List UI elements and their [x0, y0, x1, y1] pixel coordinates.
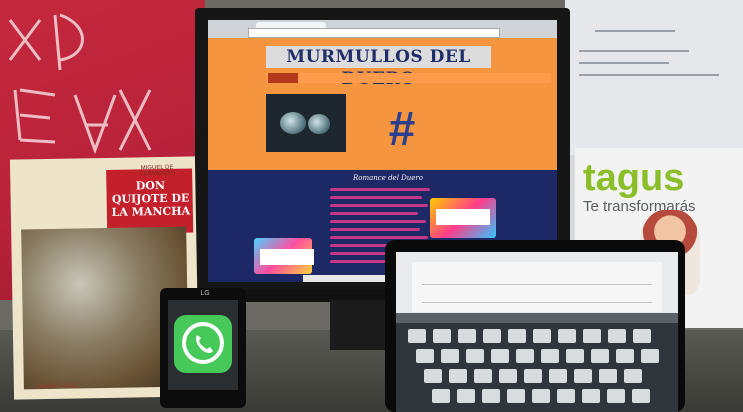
poem-line: [330, 220, 426, 223]
keyboard-key[interactable]: [507, 389, 525, 403]
keyboard-key[interactable]: [582, 389, 600, 403]
keyboard-key[interactable]: [432, 389, 450, 403]
link-card[interactable]: [254, 238, 314, 274]
poem-line: [330, 204, 428, 207]
hashtag-icon: #: [388, 103, 416, 156]
keyboard-key[interactable]: [633, 329, 651, 343]
keyboard-key[interactable]: [558, 329, 576, 343]
keyboard-key[interactable]: [566, 349, 584, 363]
keyboard-key[interactable]: [641, 349, 659, 363]
keyboard-toolbar: [396, 313, 678, 323]
keyboard-key[interactable]: [508, 329, 526, 343]
keyboard-key[interactable]: [433, 329, 451, 343]
paper-text-line: [579, 62, 669, 64]
book-author: MIGUEL DE CERVANTES: [139, 164, 176, 178]
card-label: [436, 209, 490, 225]
poem-line: [330, 228, 420, 231]
site-nav-bar: [266, 73, 551, 83]
link-card[interactable]: [430, 198, 496, 238]
keyboard-key[interactable]: [524, 369, 542, 383]
keyboard-key[interactable]: [441, 349, 459, 363]
keyboard-key[interactable]: [499, 369, 517, 383]
keyboard-key[interactable]: [549, 369, 567, 383]
image-orb: [308, 114, 330, 134]
address-bar[interactable]: [248, 28, 500, 38]
poem-line: [330, 196, 422, 199]
account-form: [412, 262, 662, 312]
keyboard-key[interactable]: [416, 349, 434, 363]
tagus-logo: tagus: [583, 157, 685, 199]
poem-line: [330, 236, 428, 239]
poem-line: [330, 188, 430, 191]
keyboard-key[interactable]: [516, 349, 534, 363]
keyboard-key[interactable]: [458, 329, 476, 343]
keyboard-key[interactable]: [532, 389, 550, 403]
keyboard-key[interactable]: [424, 369, 442, 383]
keyboard-key[interactable]: [608, 329, 626, 343]
site-title: MURMULLOS DEL DUERO: [266, 46, 491, 89]
image-orb: [280, 112, 306, 134]
keyboard-key[interactable]: [541, 349, 559, 363]
poem-title: Romance del Duero: [352, 174, 423, 182]
nav-item[interactable]: [446, 73, 486, 83]
book-title: DON QUIJOTE DE LA MANCHA: [111, 178, 191, 219]
book-publisher: VICENS VIVES: [35, 383, 78, 391]
paper-text-line: [579, 74, 719, 76]
notice-paper: [565, 0, 743, 160]
nav-item[interactable]: [326, 73, 366, 83]
keyboard-key[interactable]: [474, 369, 492, 383]
keyboard-key[interactable]: [491, 349, 509, 363]
keyboard-key[interactable]: [533, 329, 551, 343]
keyboard-key[interactable]: [599, 369, 617, 383]
browser-toolbar: [208, 20, 557, 38]
poem-line: [330, 212, 418, 215]
keyboard-key[interactable]: [449, 369, 467, 383]
paper-text-line: [595, 30, 675, 32]
keyboard-key[interactable]: [583, 329, 601, 343]
onscreen-keyboard[interactable]: [396, 323, 678, 412]
keyboard-key[interactable]: [482, 389, 500, 403]
paper-text-line: [579, 50, 689, 52]
phone-brand: LG: [200, 290, 210, 297]
form-field-user[interactable]: [422, 274, 652, 285]
keyboard-key[interactable]: [557, 389, 575, 403]
keyboard-key[interactable]: [616, 349, 634, 363]
nav-item[interactable]: [386, 73, 426, 83]
card-label: [260, 249, 314, 265]
phone-handset-icon: [196, 335, 213, 354]
keyboard-key[interactable]: [591, 349, 609, 363]
form-field-password[interactable]: [422, 292, 652, 303]
keyboard-key[interactable]: [574, 369, 592, 383]
site-banner-image: [266, 94, 346, 152]
keyboard-key[interactable]: [457, 389, 475, 403]
keyboard-key[interactable]: [624, 369, 642, 383]
keyboard-key[interactable]: [607, 389, 625, 403]
keyboard-key[interactable]: [466, 349, 484, 363]
keyboard-key[interactable]: [632, 389, 650, 403]
whatsapp-inner: [186, 326, 220, 360]
keyboard-key[interactable]: [483, 329, 501, 343]
keyboard-key[interactable]: [408, 329, 426, 343]
nav-item-home[interactable]: [268, 73, 298, 83]
